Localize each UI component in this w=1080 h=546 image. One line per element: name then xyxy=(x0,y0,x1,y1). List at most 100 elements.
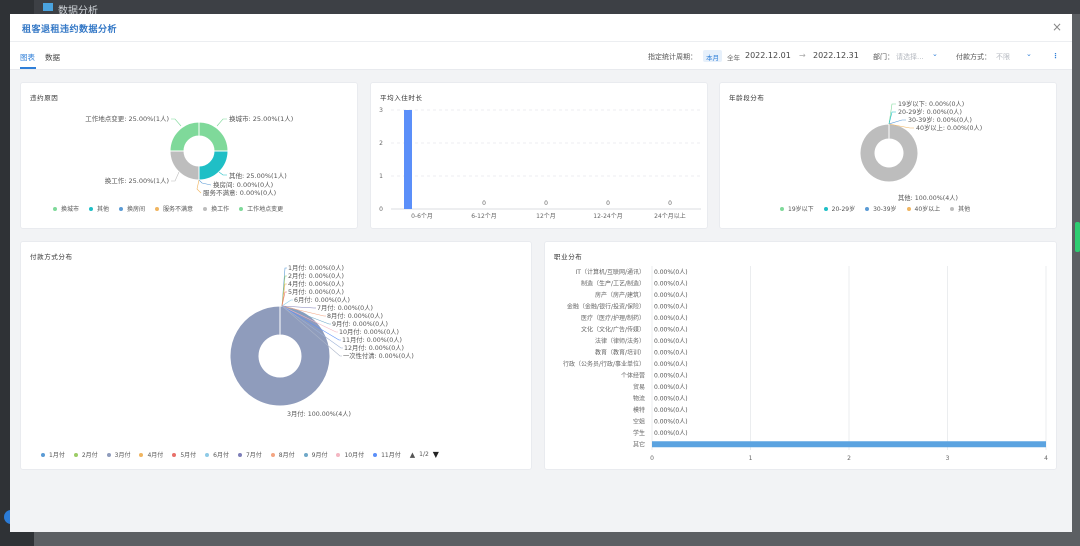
page-up-icon[interactable]: ▲ xyxy=(410,451,415,459)
legend-label: 9月付 xyxy=(311,452,328,459)
bar-value-label: 0.00%(0人) xyxy=(654,280,688,287)
legend-item[interactable]: 20-29岁 xyxy=(823,204,855,213)
period-option-year[interactable]: 全年 xyxy=(724,50,743,62)
close-icon[interactable]: × xyxy=(1052,20,1062,34)
y-tick-label: 贸易 xyxy=(633,383,645,391)
chevron-down-icon[interactable]: ⌄ xyxy=(1026,50,1032,58)
pie-label-5: 6月付: 0.00%(0人) xyxy=(294,295,350,304)
legend-item[interactable]: 6月付 xyxy=(205,450,229,459)
legend-label: 40岁以上 xyxy=(914,206,941,213)
legend-dot-icon xyxy=(237,452,242,457)
pie-slice-2 xyxy=(229,305,331,407)
legend-dot-icon xyxy=(172,452,177,457)
bar-value-label: 0.00%(0人) xyxy=(654,372,688,379)
legend-label: 其他 xyxy=(958,206,971,213)
legend-item[interactable]: 11月付 xyxy=(373,450,401,459)
legend-item[interactable]: 7月付 xyxy=(237,450,262,459)
pie-label-3: 4月付: 0.00%(0人) xyxy=(288,279,344,288)
legend-item[interactable]: 工作地点变更 xyxy=(239,204,283,213)
legend-dot-icon xyxy=(780,206,784,211)
dept-select[interactable]: 请选择... xyxy=(896,52,924,62)
legend-item[interactable]: 2月付 xyxy=(73,450,98,459)
y-tick-label: 行政（公务员/行政/事业单位） xyxy=(563,360,645,368)
legend-item[interactable]: 40岁以上 xyxy=(906,204,941,213)
date-start-input[interactable]: 2022.12.01 xyxy=(745,51,791,60)
dept-label: 部门： xyxy=(873,53,894,61)
pie-slice-4 xyxy=(169,150,200,181)
y-tick-label: 金融（金融/银行/投资/保险） xyxy=(567,302,645,310)
pie-slice-5 xyxy=(169,121,200,152)
legend-dot-icon xyxy=(139,452,144,457)
legend-item[interactable]: 换房间 xyxy=(119,204,145,213)
legend-item[interactable]: 换工作 xyxy=(203,204,229,213)
legend-dot-icon xyxy=(303,452,308,457)
x-tick-label: 3 xyxy=(946,455,950,462)
payment-card: 付款方式分布 1月付: 0.00%(0人) 2月付: 0.00%(0人) 4月付: … xyxy=(20,241,532,470)
x-tick-label: 12个月 xyxy=(536,213,556,220)
payment-select[interactable]: 不限 xyxy=(996,52,1010,62)
page-down-icon[interactable]: ▼ xyxy=(433,450,439,459)
legend-item[interactable]: 5月付 xyxy=(172,450,196,459)
bar-value-label: 0 xyxy=(668,200,672,207)
x-tick-label: 6-12个月 xyxy=(471,213,497,220)
pie-slice-0 xyxy=(198,121,229,152)
legend-pager[interactable]: ▲ 1/2 ▼ xyxy=(410,450,439,459)
pie-leader-line xyxy=(171,171,180,182)
bar-value-label: 0.00%(0人) xyxy=(654,430,688,437)
pie-label-10: 11月付: 0.00%(0人) xyxy=(342,335,402,344)
legend-label: 6月付 xyxy=(213,452,229,459)
tab-chart[interactable]: 图表 xyxy=(20,52,35,63)
legend-item[interactable]: 其他 xyxy=(950,204,970,213)
age-card: 年龄段分布 19岁以下: 0.00%(0人) 20-29岁: 0.00%(0人) 3… xyxy=(719,82,1057,229)
legend-item[interactable]: 30-39岁 xyxy=(865,204,897,213)
y-tick-label: 其它 xyxy=(633,440,645,448)
scroll-indicator xyxy=(1075,222,1080,252)
legend-dot-icon xyxy=(906,206,911,211)
legend-label: 换房间 xyxy=(127,206,146,213)
legend-dot-icon xyxy=(41,452,45,457)
pie-slice-4 xyxy=(859,123,919,183)
job-bar-chart: 0 1 2 3 4 IT（计算机/互联网/通讯） 0.00%(0人) 制造（生产/工艺/制造）… xyxy=(563,266,1048,462)
y-tick-label: 医疗（医疗/护理/制药） xyxy=(581,314,645,322)
pie-label-0: 19岁以下: 0.00%(0人) xyxy=(898,99,964,108)
period-option-month[interactable]: 本月 xyxy=(703,50,722,62)
legend-dot-icon xyxy=(239,206,244,211)
date-end-input[interactable]: 2022.12.31 xyxy=(813,51,859,60)
legend-dot-icon xyxy=(53,206,57,211)
legend-dot-icon xyxy=(205,452,210,457)
legend-item[interactable]: 8月付 xyxy=(270,450,295,459)
breach-reason-card: 违约原因 换城市: 25.00%(1人) 工作地点变更: 25.00%(1人) 换工… xyxy=(20,82,358,229)
chevron-down-icon[interactable]: ⌄ xyxy=(932,50,938,58)
legend-item[interactable]: 9月付 xyxy=(303,450,328,459)
y-tick-label: IT（计算机/互联网/通讯） xyxy=(576,268,645,276)
legend-label: 1月付 xyxy=(49,452,65,459)
legend-dot-icon xyxy=(823,206,828,211)
legend-label: 19岁以下 xyxy=(788,206,814,213)
more-options-icon[interactable]: ⋮ xyxy=(1052,52,1059,60)
modal-title: 租客退租违约数据分析 xyxy=(22,25,118,35)
legend-item[interactable]: 10月付 xyxy=(336,450,364,459)
pie-slice-1 xyxy=(198,150,229,181)
y-tick-label: 法律（律师/法务） xyxy=(595,337,645,345)
legend-item[interactable]: 1月付 xyxy=(41,450,65,459)
legend-item[interactable]: 其他 xyxy=(89,204,109,213)
y-tick-label: 学生 xyxy=(633,429,645,437)
x-tick-label: 24个月以上 xyxy=(654,212,686,220)
payment-label: 付款方式： xyxy=(956,53,991,61)
legend-label: 换工作 xyxy=(211,206,230,213)
pie-label-1: 2月付: 0.00%(0人) xyxy=(288,271,344,280)
tab-data[interactable]: 数据 xyxy=(45,52,60,63)
legend-dot-icon xyxy=(73,452,78,457)
legend-item[interactable]: 4月付 xyxy=(139,450,163,459)
pie-label-6: 7月付: 0.00%(0人) xyxy=(317,303,373,312)
legend-item[interactable]: 服务不满意 xyxy=(155,204,193,213)
pie-label-3: 40岁以上: 0.00%(0人) xyxy=(916,123,982,132)
legend-label: 5月付 xyxy=(180,452,197,459)
pie-label-11: 12月付: 0.00%(0人) xyxy=(344,343,404,352)
bar-value-label: 0.00%(0人) xyxy=(654,395,688,402)
legend-item[interactable]: 3月付 xyxy=(106,450,130,459)
legend-item[interactable]: 换城市 xyxy=(53,204,79,213)
legend-item[interactable]: 19岁以下 xyxy=(780,204,814,213)
bar-value-label: 0.00%(0人) xyxy=(654,292,688,299)
active-tab-indicator xyxy=(20,67,36,69)
